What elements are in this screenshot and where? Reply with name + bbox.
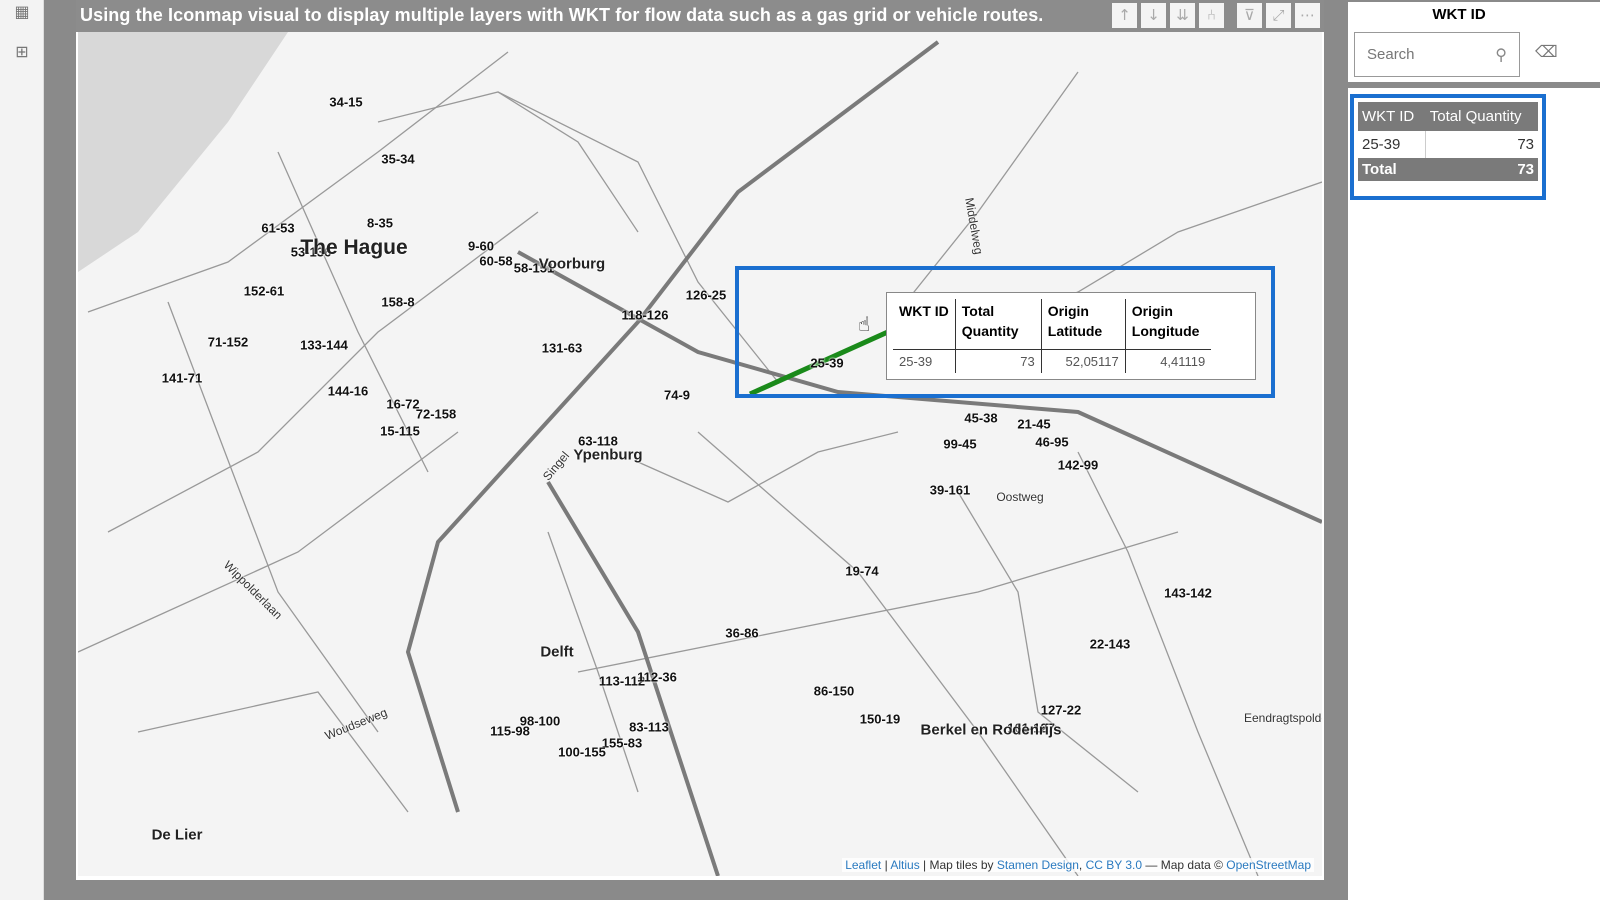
flow-label: 152-61 (243, 283, 285, 299)
tooltip-cell: 73 (955, 349, 1042, 373)
flow-label: 71-152 (207, 334, 249, 350)
flow-label: 61-53 (261, 220, 295, 236)
flow-label: 36-86 (725, 625, 759, 641)
attrib-mapdata: — Map data © (1142, 858, 1227, 872)
flow-label: 35-34 (381, 151, 415, 167)
flow-label: 72-158 (415, 406, 457, 422)
flow-label: 115-98 (490, 723, 530, 739)
flow-label: 15-115 (380, 423, 420, 439)
flow-label: 144-16 (327, 383, 369, 399)
flow-label: 133-144 (300, 337, 348, 353)
flow-label: 142-99 (1057, 457, 1099, 473)
total-label: Total (1358, 158, 1426, 181)
flow-label: 39-161 (929, 482, 971, 498)
town-label: The Hague (300, 236, 408, 259)
flow-label: 19-74 (845, 563, 879, 579)
flow-label: 112-36 (637, 669, 677, 685)
flow-label: 100-155 (558, 744, 606, 760)
slicer-title: WKT ID (1432, 6, 1486, 23)
flow-label: 8-35 (366, 215, 394, 231)
flow-label: 83-113 (629, 719, 669, 735)
town-label: Delft (540, 643, 574, 661)
flow-label: 126-25 (685, 287, 727, 303)
leaflet-link[interactable]: Leaflet (845, 858, 881, 872)
eraser-icon[interactable]: ⌫ (1535, 42, 1558, 61)
tooltip-header: Origin Latitude (1041, 299, 1126, 350)
cell: 73 (1517, 136, 1534, 153)
flow-label: 9-60 (467, 238, 495, 254)
tooltip-cell: 25-39 (893, 349, 956, 373)
total-row: Total 73 (1358, 158, 1538, 181)
flow-label: 131-63 (541, 340, 583, 356)
altius-link[interactable]: Altius (890, 858, 919, 872)
table-view-icon[interactable]: ▦ (12, 2, 32, 21)
table-highlight-box: WKT ID Total Quantity 25-39 73 Total 73 (1350, 94, 1546, 200)
tooltip-header: WKT ID (893, 299, 956, 350)
flow-label: 99-45 (943, 436, 977, 452)
flow-label: 141-71 (161, 370, 203, 386)
search-placeholder: Search (1367, 46, 1415, 63)
wkt-id-slicer: WKT ID Search ⚲ ⌫ (1348, 2, 1600, 82)
col-header[interactable]: WKT ID (1358, 102, 1426, 131)
iconmap-visual: Using the Iconmap visual to display mult… (76, 0, 1324, 880)
map-tooltip: WKT ID Total Quantity Origin Latitude Origi… (886, 292, 1256, 380)
cc-link[interactable]: CC BY 3.0 (1086, 858, 1142, 872)
flow-label: 118-126 (621, 307, 669, 323)
flow-label: 46-95 (1035, 434, 1069, 450)
tooltip-cell: 52,05117 (1041, 349, 1126, 373)
model-view-icon[interactable]: ⊞ (12, 42, 32, 61)
right-panel: WKT ID Total Quantity 25-39 73 Total 73 (1348, 88, 1600, 900)
double-arrow-down-icon[interactable]: ⇊ (1170, 3, 1195, 28)
cell: 25-39 (1358, 131, 1427, 158)
town-label: Berkel en Rodenrijs (920, 721, 1062, 739)
flow-label: 150-19 (859, 711, 901, 727)
town-label: Voorburg (538, 255, 606, 273)
arrow-down-icon[interactable]: ↓ (1141, 3, 1166, 28)
map-attribution: Leaflet | Altius | Map tiles by Stamen D… (842, 858, 1314, 872)
filter-icon[interactable]: ⊽ (1237, 3, 1262, 28)
flow-label: 22-143 (1089, 636, 1131, 652)
search-icon[interactable]: ⚲ (1495, 45, 1507, 65)
osm-link[interactable]: OpenStreetMap (1226, 858, 1311, 872)
attrib-tiles: | Map tiles by (919, 858, 997, 872)
flow-label: 86-150 (813, 683, 855, 699)
tooltip-header: Total Quantity (955, 299, 1042, 350)
flow-label: 34-15 (329, 94, 363, 110)
search-input[interactable]: Search ⚲ (1354, 32, 1520, 77)
hand-cursor-icon: ☝ (858, 312, 871, 336)
summary-table: WKT ID Total Quantity 25-39 73 Total 73 (1358, 102, 1538, 181)
road-label: Oostweg (996, 490, 1044, 504)
flow-label: 16-72 (386, 396, 420, 412)
flow-label: 155-83 (601, 735, 643, 751)
attrib-sep: | (881, 858, 891, 872)
town-label: De Lier (151, 826, 203, 844)
col-header[interactable]: Total Quantity (1425, 102, 1538, 131)
flow-label: 158-8 (381, 294, 415, 310)
map-canvas[interactable]: 34-15 35-34 61-53 8-35 53-136 9-60 60-58 58-151… (78, 32, 1322, 876)
flow-label: 127-22 (1040, 702, 1082, 718)
left-rail: ▦ ⊞ (0, 0, 44, 900)
flow-label: 60-58 (479, 253, 513, 269)
stamen-link[interactable]: Stamen Design (997, 858, 1079, 872)
flow-label: 143-142 (1164, 585, 1212, 601)
map-tiles (78, 32, 1322, 876)
total-value: 73 (1425, 158, 1538, 181)
flow-label: 21-45 (1017, 416, 1051, 432)
road-label: Eendragtspolder (1243, 711, 1322, 725)
flow-label: 74-9 (663, 387, 691, 403)
focus-mode-icon[interactable]: ⤢ (1266, 3, 1291, 28)
tooltip-header: Origin Longitude (1125, 299, 1212, 350)
more-options-icon[interactable]: ⋯ (1295, 3, 1320, 28)
town-label: Ypenburg (573, 446, 643, 464)
tooltip-cell: 4,41119 (1160, 353, 1206, 369)
table-row[interactable]: 25-39 73 (1358, 131, 1538, 158)
expand-hierarchy-icon[interactable]: ⑃ (1199, 3, 1224, 28)
flow-label: 45-38 (964, 410, 998, 426)
arrow-up-icon[interactable]: ↑ (1112, 3, 1137, 28)
